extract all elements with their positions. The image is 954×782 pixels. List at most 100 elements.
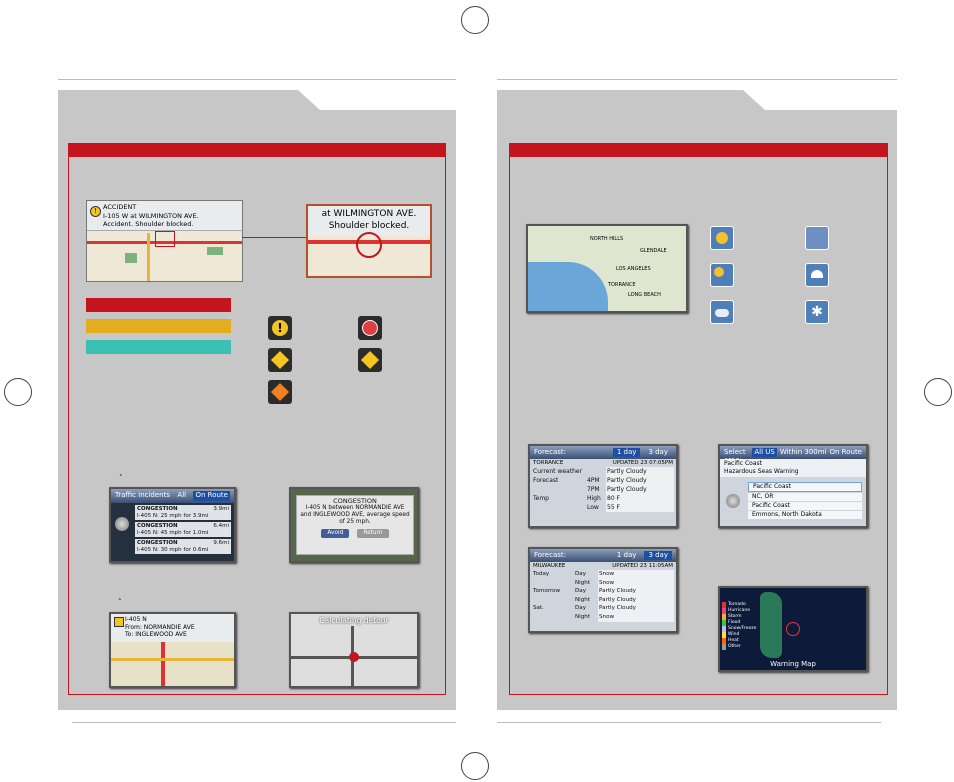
list-tab-on-route[interactable]: On Route xyxy=(193,491,230,501)
legend-bar-yellow xyxy=(86,319,231,333)
legend-bar-teal xyxy=(86,340,231,354)
city-name: TORRANCE xyxy=(533,460,564,466)
tab-within[interactable]: Within 300mi xyxy=(780,448,827,457)
legend-bar-red xyxy=(86,298,231,312)
area-header-1: Pacific Coast xyxy=(724,460,762,467)
callout-connector xyxy=(242,237,308,238)
map-green-areas xyxy=(125,253,137,263)
footer-rule-left xyxy=(72,722,456,723)
forecast-row: Low 55 F xyxy=(532,503,674,512)
footer-rule-right xyxy=(497,722,881,723)
list-tab-all[interactable]: All xyxy=(177,491,186,501)
forecast-row: Sat. Day Partly Cloudy xyxy=(532,604,674,613)
header-rule-right xyxy=(497,79,897,80)
area-item[interactable]: Emmons, North Dakota xyxy=(748,511,862,519)
detour-screenshot: Calculating detour xyxy=(289,612,419,688)
small-mark-1: ˄ xyxy=(119,474,123,482)
weather-hazard-icon xyxy=(358,348,382,372)
map-label: GLENDALE xyxy=(640,248,667,254)
route-line-1: I-405 N xyxy=(125,616,147,623)
warning-map-screenshot: Tornado Hurricane Storm Flood Snow/Freez… xyxy=(718,586,868,672)
partly-cloudy-icon xyxy=(710,263,734,287)
map-road-yellow xyxy=(147,233,150,281)
route-popup-screenshot: I-405 N From: NORMANDIE AVE To: INGLEWOO… xyxy=(109,612,236,688)
forecast-title: Forecast: xyxy=(534,448,566,456)
ocean-area xyxy=(528,262,608,311)
area-item[interactable]: Pacific Coast xyxy=(748,482,862,492)
detour-label: Calculating detour xyxy=(319,616,389,625)
detail-title: CONGESTION xyxy=(333,497,377,505)
right-page-tab-slant xyxy=(743,90,765,110)
warning-marker xyxy=(786,622,800,636)
detail-body: I-405 N between NORMANDIE AVE and INGLEW… xyxy=(300,505,410,525)
traffic-list-screenshot: Traffic incidents All On Route CONGESTIO… xyxy=(109,487,236,563)
forecast-row: Today Day Snow xyxy=(532,570,674,579)
route-road xyxy=(161,642,165,686)
tab-on-route[interactable]: On Route xyxy=(830,448,863,457)
route-line-2: From: NORMANDIE AVE xyxy=(125,623,195,631)
small-mark-2: ˄ xyxy=(118,598,122,606)
incident-detail-screenshot: CONGESTION I-405 N between NORMANDIE AVE… xyxy=(289,487,419,563)
caution-icon: ! xyxy=(90,206,101,217)
forecast-row: 7PM Partly Cloudy xyxy=(532,485,674,494)
list-item[interactable]: CONGESTION 9.6mi I-405 N: 30 mph for 0.6m… xyxy=(135,539,231,554)
forecast-3day-screenshot: Forecast: 1 day 3 day MILWAUKEE UPDATED … xyxy=(528,547,678,633)
area-header-2: Hazardous Seas Warning xyxy=(724,468,799,475)
forecast-1day-screenshot: Forecast: 1 day 3 day TORRANCE UPDATED 2… xyxy=(528,444,678,528)
select-area-screenshot: Select area: All US Within 300mi On Rout… xyxy=(718,444,868,528)
warning-map-title: Warning Map xyxy=(770,660,816,668)
list-knob[interactable] xyxy=(115,517,129,531)
zoom-marker-circle xyxy=(356,232,382,258)
construction-icon xyxy=(268,380,292,404)
city-name: MILWAUKEE xyxy=(533,563,566,569)
popup-line-2: Accident. Shoulder blocked. xyxy=(103,220,194,228)
forecast-row: Night Snow xyxy=(532,612,674,622)
tab-3day[interactable]: 3 day xyxy=(644,551,672,560)
avoid-button[interactable]: Avoid xyxy=(321,529,350,538)
left-page-tab-slant xyxy=(298,90,320,110)
list-item[interactable]: CONGESTION 6.4mi I-405 N: 45 mph for 1.0m… xyxy=(135,522,231,537)
map-label: NORTH HILLS xyxy=(590,236,624,242)
forecast-row: Tomorrow Day Partly Cloudy xyxy=(532,587,674,596)
tab-3day[interactable]: 3 day xyxy=(644,448,672,457)
forecast-row: Night Snow xyxy=(532,578,674,588)
forecast-row: Current weather Partly Cloudy xyxy=(532,467,674,476)
return-button[interactable]: Return xyxy=(357,529,389,538)
zoom-callout: at WILMINGTON AVE. Shoulder blocked. xyxy=(306,204,432,278)
road-closed-icon xyxy=(358,316,382,340)
congestion-icon xyxy=(268,348,292,372)
cloudy-icon xyxy=(710,300,734,324)
fog-icon xyxy=(805,226,829,250)
sunny-icon xyxy=(710,226,734,250)
tab-1day[interactable]: 1 day xyxy=(612,448,641,457)
forecast-row: Temp High 80 F xyxy=(532,494,674,503)
popup-type: ACCIDENT xyxy=(103,203,137,211)
rain-icon xyxy=(805,263,829,287)
snow-icon: ✱ xyxy=(805,300,829,324)
list-item[interactable]: CONGESTION 3.9mi I-405 N: 25 mph for 3.9m… xyxy=(135,505,231,520)
route-road-2 xyxy=(111,658,234,661)
area-item[interactable]: NC, OR xyxy=(748,493,862,501)
list-title: Traffic incidents xyxy=(115,491,171,499)
tab-all-us[interactable]: All US xyxy=(752,448,777,457)
updated-time: UPDATED 23 11:05AM xyxy=(612,563,673,569)
select-title: Select area: xyxy=(724,448,746,464)
header-rule-left xyxy=(58,79,456,80)
legend-item: Other xyxy=(722,644,756,650)
map-green-areas-2 xyxy=(207,247,223,255)
registration-mark-left xyxy=(4,378,32,406)
traffic-popup: ! ACCIDENT I-105 W at WILMINGTON AVE. Ac… xyxy=(87,201,242,231)
area-knob[interactable] xyxy=(726,494,740,508)
forecast-row: Forecast 4PM Partly Cloudy xyxy=(532,476,674,485)
popup-line-1: I-105 W at WILMINGTON AVE. xyxy=(103,211,199,220)
updated-time: UPDATED 23 07:05PM xyxy=(612,460,673,466)
forecast-title: Forecast: xyxy=(534,551,566,559)
area-item[interactable]: Pacific Coast xyxy=(748,502,862,510)
tab-1day[interactable]: 1 day xyxy=(613,551,641,560)
registration-mark-top xyxy=(461,6,489,34)
right-page-tab xyxy=(497,90,743,110)
left-page-tab xyxy=(58,90,298,110)
route-line-3: To: INGLEWOOD AVE xyxy=(125,631,187,638)
route-caution-icon xyxy=(114,617,124,627)
vehicle-icon xyxy=(349,652,359,662)
